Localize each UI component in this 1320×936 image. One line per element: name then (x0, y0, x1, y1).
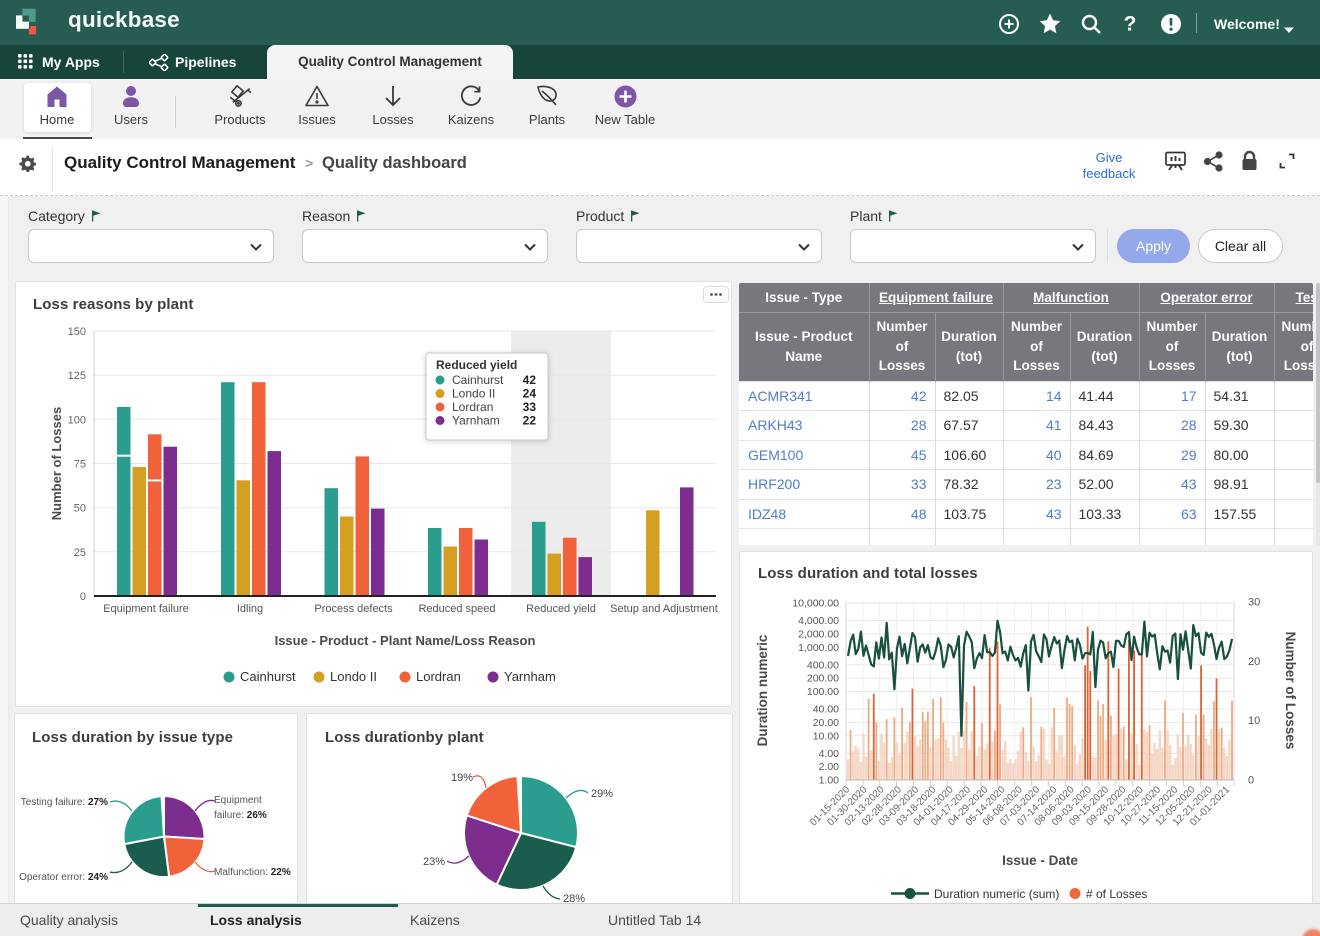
svg-text:Setup and Adjustment: Setup and Adjustment (610, 603, 718, 615)
svg-text:2.00: 2.00 (819, 761, 840, 773)
svg-text:0: 0 (1248, 775, 1254, 787)
svg-text:# of Losses: # of Losses (1086, 887, 1147, 901)
svg-text:42: 42 (523, 373, 537, 387)
svg-text:25: 25 (74, 547, 86, 559)
svg-text:Lordran: Lordran (452, 400, 493, 414)
svg-text:Equipment: Equipment (214, 795, 262, 806)
svg-text:Malfunction: 22%: Malfunction: 22% (214, 867, 291, 878)
svg-text:Duration numeric: Duration numeric (755, 634, 770, 746)
svg-text:30: 30 (1248, 597, 1260, 609)
svg-text:40.00: 40.00 (813, 704, 839, 716)
svg-text:Reduced yield: Reduced yield (526, 603, 596, 615)
svg-text:200.00: 200.00 (807, 673, 839, 685)
svg-text:Number of Losses: Number of Losses (1283, 632, 1298, 750)
svg-text:10,000.00: 10,000.00 (792, 598, 839, 610)
svg-text:?: ? (1124, 13, 1137, 35)
svg-text:Cainhurst: Cainhurst (240, 669, 296, 684)
svg-text:Idling: Idling (237, 603, 263, 615)
svg-text:1.00: 1.00 (819, 775, 840, 787)
svg-text:10.00: 10.00 (813, 730, 839, 742)
svg-text:19%: 19% (451, 772, 473, 784)
svg-text:Lordran: Lordran (416, 669, 461, 684)
svg-text:Equipment failure: Equipment failure (103, 603, 189, 615)
svg-text:24: 24 (523, 387, 537, 401)
svg-text:400.00: 400.00 (807, 659, 839, 671)
svg-text:Reduced yield: Reduced yield (436, 358, 517, 372)
svg-text:20.00: 20.00 (813, 717, 839, 729)
svg-text:75: 75 (74, 459, 86, 471)
svg-text:Reduced speed: Reduced speed (418, 603, 495, 615)
svg-text:0: 0 (80, 591, 86, 603)
svg-text:1,000.00: 1,000.00 (798, 642, 839, 654)
svg-text:failure: 26%: failure: 26% (214, 810, 267, 821)
svg-text:125: 125 (68, 370, 86, 382)
svg-text:22: 22 (523, 414, 537, 428)
svg-text:Number of Losses: Number of Losses (49, 407, 64, 520)
svg-text:23%: 23% (423, 856, 445, 868)
svg-text:Process defects: Process defects (314, 603, 393, 615)
svg-text:Cainhurst: Cainhurst (452, 373, 504, 387)
svg-text:33: 33 (523, 400, 537, 414)
svg-text:Yarnham: Yarnham (452, 414, 500, 428)
svg-text:100.00: 100.00 (807, 686, 839, 698)
svg-text:50: 50 (74, 503, 86, 515)
svg-text:20: 20 (1248, 656, 1260, 668)
svg-text:2,000.00: 2,000.00 (798, 628, 839, 640)
svg-text:Yarnham: Yarnham (504, 669, 556, 684)
svg-text:Operator error: 24%: Operator error: 24% (19, 872, 108, 883)
svg-text:Duration numeric (sum): Duration numeric (sum) (934, 887, 1059, 901)
svg-text:Issue - Date: Issue - Date (1002, 853, 1078, 868)
svg-text:29%: 29% (591, 788, 613, 800)
svg-text:100: 100 (68, 414, 86, 426)
svg-text:Issue - Product - Plant Name/L: Issue - Product - Plant Name/Loss Reason (275, 633, 536, 648)
svg-text:Londo II: Londo II (452, 387, 495, 401)
svg-text:Testing failure: 27%: Testing failure: 27% (21, 797, 108, 808)
svg-text:10: 10 (1248, 715, 1260, 727)
svg-text:150: 150 (68, 326, 86, 338)
svg-text:4.00: 4.00 (819, 748, 840, 760)
svg-text:Londo II: Londo II (330, 669, 377, 684)
svg-text:4,000.00: 4,000.00 (798, 615, 839, 627)
